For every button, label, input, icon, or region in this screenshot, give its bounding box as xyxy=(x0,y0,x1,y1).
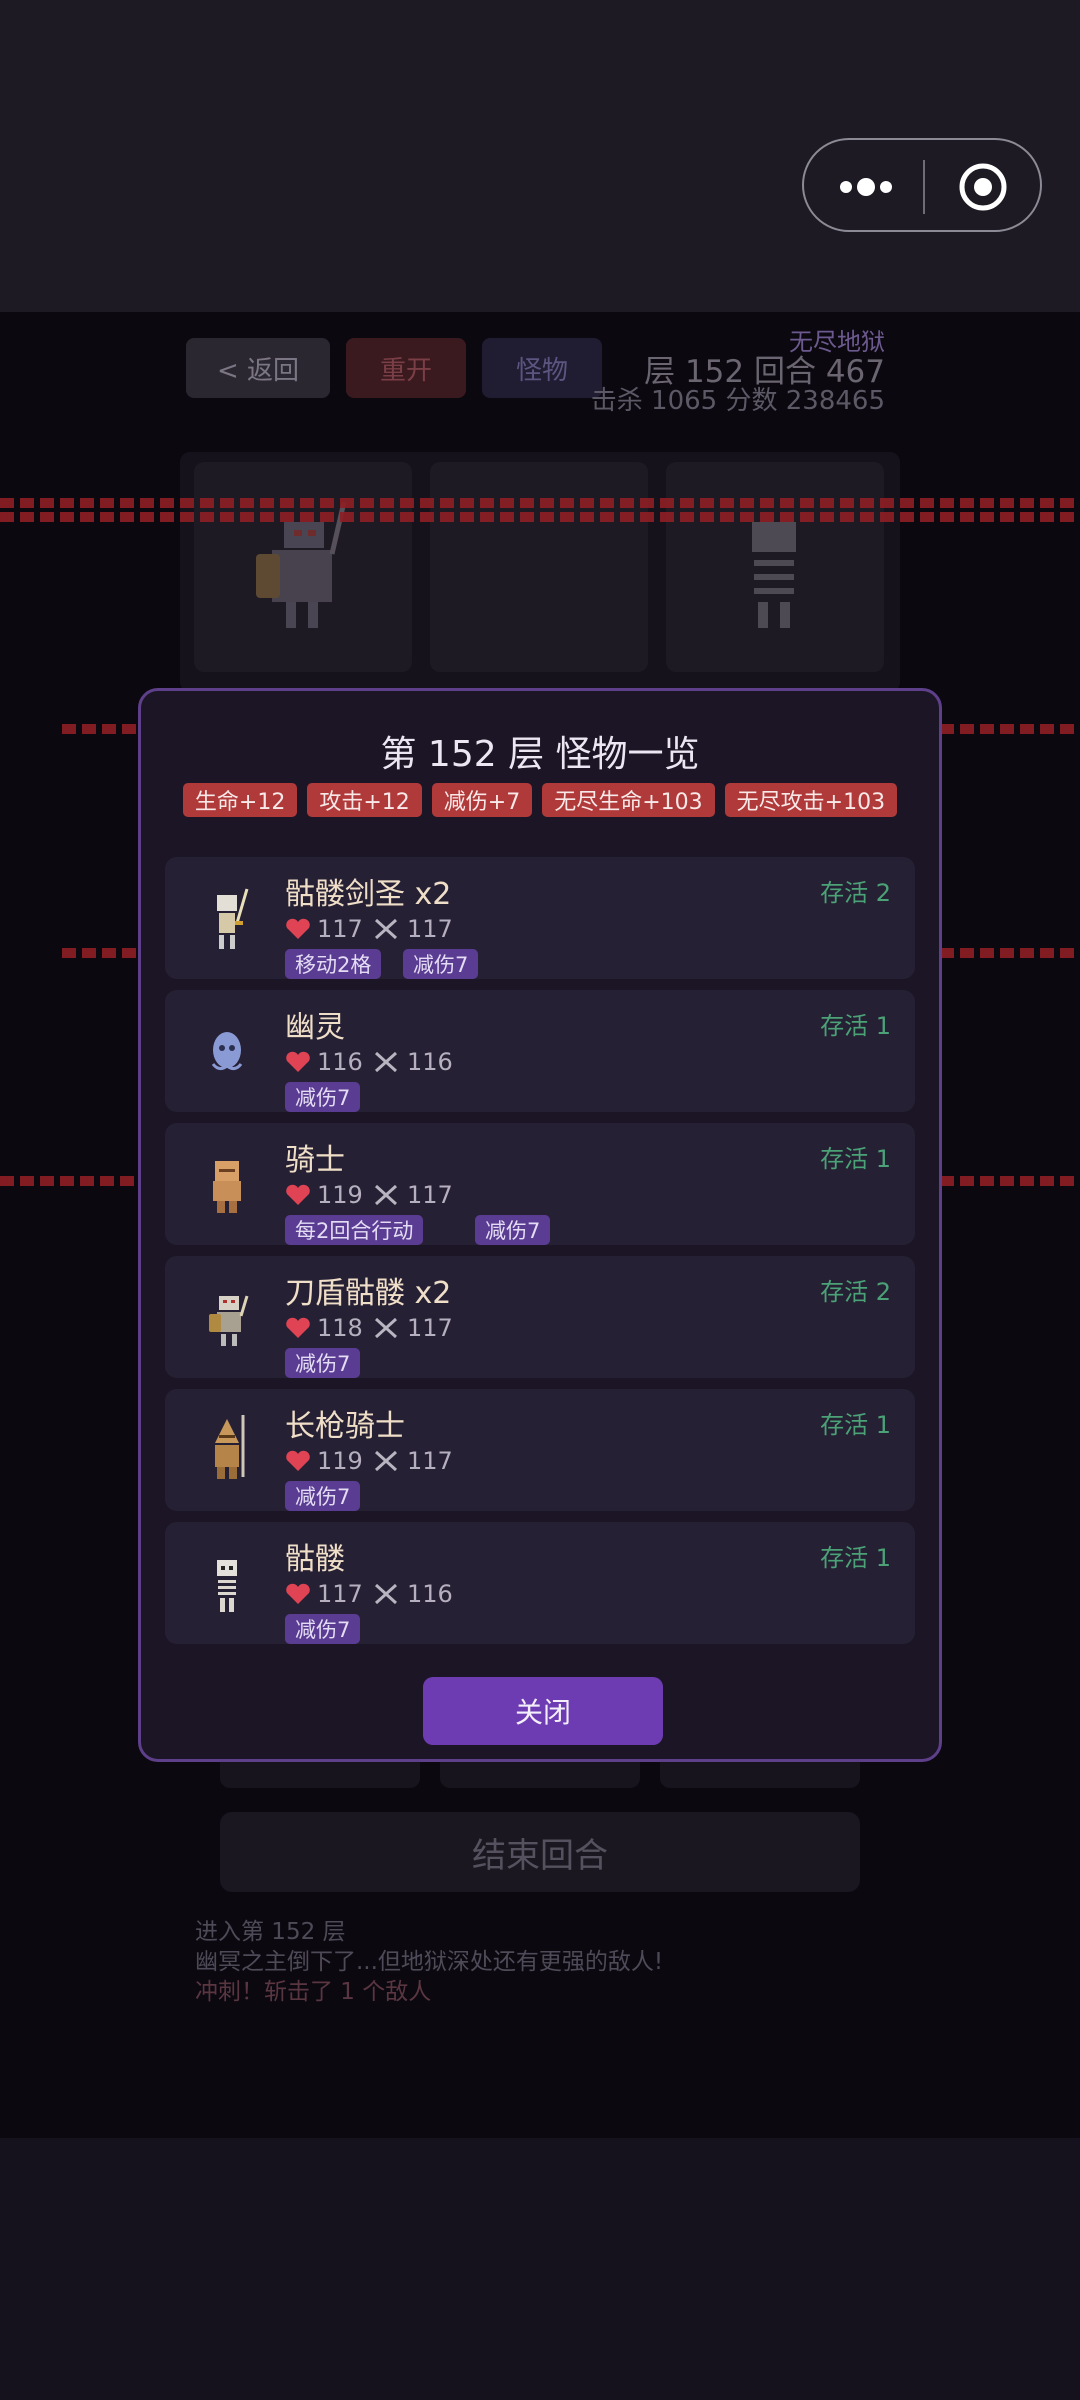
crossed-swords-icon xyxy=(374,1051,398,1073)
crossed-swords-icon xyxy=(374,1450,398,1472)
crossed-swords-icon xyxy=(374,1184,398,1206)
back-button[interactable]: < 返回 xyxy=(186,338,330,398)
shield-skeleton-sprite xyxy=(256,501,347,628)
trait-badge: 减伤7 xyxy=(403,949,479,979)
buff-badge: 无尽生命+103 xyxy=(542,783,715,817)
heart-icon xyxy=(286,1583,310,1604)
crossed-swords-icon xyxy=(374,1317,398,1339)
trait-badge: 减伤7 xyxy=(285,1348,361,1378)
monster-attack: 117 xyxy=(373,1447,453,1475)
monster-hp: 117 xyxy=(285,1580,363,1608)
heart-icon xyxy=(286,1184,310,1205)
hp-value: 116 xyxy=(317,1048,363,1076)
attack-value: 117 xyxy=(407,1181,453,1209)
skeleton-sprite xyxy=(752,522,796,628)
monster-name: 骷髅剑圣 x2 xyxy=(285,877,452,912)
lancer-icon xyxy=(215,1415,245,1479)
monster-hp: 118 xyxy=(285,1314,363,1342)
buff-badge: 攻击+12 xyxy=(307,783,422,817)
monster-attack: 116 xyxy=(373,1048,453,1076)
monster-name: 长枪骑士 xyxy=(285,1409,405,1444)
trait-badge: 减伤7 xyxy=(475,1215,551,1245)
buff-badge: 生命+12 xyxy=(182,783,298,817)
attack-value: 116 xyxy=(407,1580,453,1608)
end-turn-button[interactable]: 结束回合 xyxy=(220,1812,860,1892)
log-line: 冲刺！斩击了 1 个敌人 xyxy=(195,1979,432,2005)
modal-title: 第 152 层 怪物一览 xyxy=(380,734,700,775)
hazard-line xyxy=(940,948,1080,958)
alive-count: 存活 2 xyxy=(820,879,891,907)
close-miniprogram-icon[interactable] xyxy=(958,162,1008,212)
heart-icon xyxy=(286,1317,310,1338)
miniprogram-capsule[interactable] xyxy=(802,138,1042,232)
capsule-divider xyxy=(923,160,925,214)
monster-name: 骷髅 xyxy=(285,1542,345,1577)
hp-value: 117 xyxy=(317,1580,363,1608)
trait-badge: 减伤7 xyxy=(285,1614,361,1644)
monster-row: 长枪骑士 存活 1 119 117 减伤7 xyxy=(165,1389,915,1511)
knight-icon xyxy=(213,1161,241,1213)
monster-attack: 117 xyxy=(373,915,453,943)
alive-count: 存活 2 xyxy=(820,1278,891,1306)
floor-buffs: 生命+12 攻击+12 减伤+7 无尽生命+103 无尽攻击+103 xyxy=(141,783,939,817)
monster-name: 刀盾骷髅 x2 xyxy=(285,1276,452,1311)
attack-value: 116 xyxy=(407,1048,453,1076)
shield-skeleton-icon xyxy=(209,1295,249,1346)
trait-badge: 减伤7 xyxy=(285,1481,361,1511)
buff-badge: 减伤+7 xyxy=(431,783,533,817)
skeleton-icon xyxy=(217,1560,237,1612)
more-icon[interactable] xyxy=(836,172,926,202)
monster-hp: 119 xyxy=(285,1447,363,1475)
trait-badge: 移动2格 xyxy=(285,949,382,979)
monster-row: 幽灵 存活 1 116 116 减伤7 xyxy=(165,990,915,1112)
board-cell[interactable] xyxy=(430,462,648,672)
log-line: 幽冥之主倒下了...但地狱深处还有更强的敌人! xyxy=(195,1949,664,1975)
monster-row: 骷髅剑圣 x2 存活 2 117 117 移动2格 减伤7 xyxy=(165,857,915,979)
monster-attack: 117 xyxy=(373,1314,453,1342)
monster-list-modal: 第 152 层 怪物一览 生命+12 攻击+12 减伤+7 无尽生命+103 无… xyxy=(138,688,942,1762)
alive-count: 存活 1 xyxy=(820,1145,891,1173)
heart-icon xyxy=(286,1051,310,1072)
buff-badge: 无尽攻击+103 xyxy=(724,783,898,817)
crossed-swords-icon xyxy=(374,1583,398,1605)
monster-row: 骷髅 存活 1 117 116 减伤7 xyxy=(165,1522,915,1644)
kills-score-text: 击杀 1065 分数 238465 xyxy=(590,386,885,416)
hazard-line xyxy=(940,724,1080,734)
heart-icon xyxy=(286,1450,310,1471)
ghost-icon xyxy=(211,1032,243,1071)
hazard-line xyxy=(0,512,1080,522)
hp-value: 119 xyxy=(317,1181,363,1209)
heart-icon xyxy=(286,918,310,939)
attack-value: 117 xyxy=(407,1447,453,1475)
attack-value: 117 xyxy=(407,915,453,943)
monster-name: 骑士 xyxy=(285,1143,345,1178)
alive-count: 存活 1 xyxy=(820,1544,891,1572)
skeleton-swordsaint-icon xyxy=(217,888,249,949)
monster-row: 骑士 存活 1 119 117 每2回合行动 减伤7 xyxy=(165,1123,915,1245)
board-cell[interactable] xyxy=(666,462,884,672)
hp-value: 119 xyxy=(317,1447,363,1475)
monster-attack: 116 xyxy=(373,1580,453,1608)
monster-row: 刀盾骷髅 x2 存活 2 118 117 减伤7 xyxy=(165,1256,915,1378)
restart-button[interactable]: 重开 xyxy=(346,338,466,398)
trait-badge: 减伤7 xyxy=(285,1082,361,1112)
hazard-line xyxy=(940,1176,1080,1186)
hp-value: 117 xyxy=(317,915,363,943)
monster-hp: 116 xyxy=(285,1048,363,1076)
monster-name: 幽灵 xyxy=(285,1010,345,1045)
hazard-line xyxy=(0,498,1080,508)
monster-hp: 117 xyxy=(285,915,363,943)
trait-badge: 每2回合行动 xyxy=(285,1215,424,1245)
bottom-area xyxy=(0,2138,1080,2400)
board-cell[interactable] xyxy=(194,462,412,672)
alive-count: 存活 1 xyxy=(820,1411,891,1439)
close-button[interactable]: 关闭 xyxy=(423,1677,663,1745)
monster-attack: 117 xyxy=(373,1181,453,1209)
attack-value: 117 xyxy=(407,1314,453,1342)
crossed-swords-icon xyxy=(374,918,398,940)
alive-count: 存活 1 xyxy=(820,1012,891,1040)
monster-hp: 119 xyxy=(285,1181,363,1209)
log-line: 进入第 152 层 xyxy=(195,1919,346,1945)
hp-value: 118 xyxy=(317,1314,363,1342)
